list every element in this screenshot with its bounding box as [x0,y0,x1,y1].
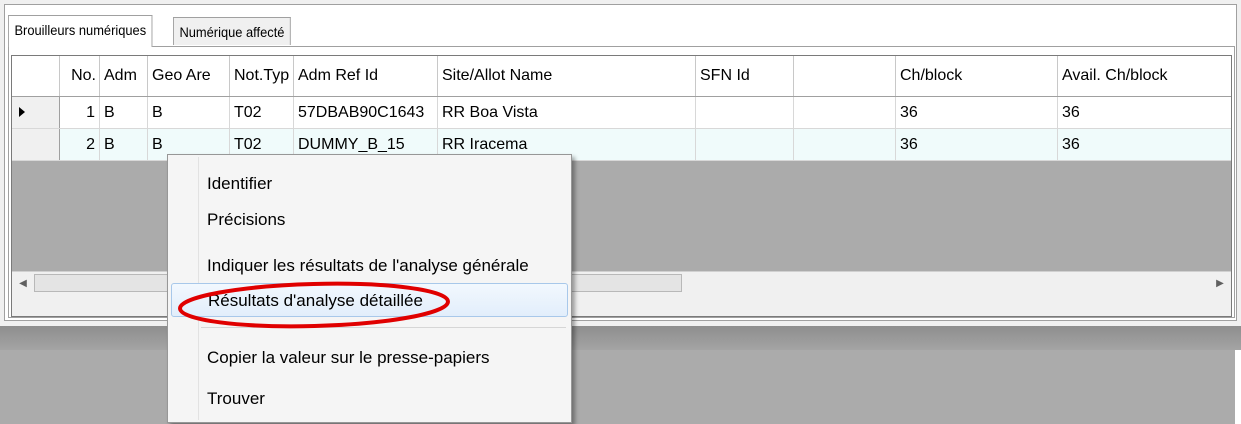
cell-no[interactable]: 1 [60,97,100,129]
tab-brouilleurs-numeriques[interactable]: Brouilleurs numériques [8,15,153,47]
cell-sfn-id[interactable] [696,129,794,161]
column-header-site-allot-name[interactable]: Site/Allot Name [438,56,696,96]
column-header-blank[interactable] [794,56,896,96]
cell-geo-area[interactable]: B [148,97,230,129]
table-row[interactable]: 1 B B T02 57DBAB90C1643 RR Boa Vista 36 … [12,97,1231,129]
menu-item-detailed-analysis-results[interactable]: Résultats d'analyse détaillée [171,283,568,317]
context-menu: Identifier Précisions Indiquer les résul… [167,154,572,423]
menu-item-general-analysis-results[interactable]: Indiquer les résultats de l'analyse géné… [171,249,568,283]
cell-adm[interactable]: B [100,129,148,161]
menu-item-precisions[interactable]: Précisions [171,203,568,237]
column-header-no[interactable]: No. [60,56,100,96]
cell-blank[interactable] [794,129,896,161]
column-header-geo-area[interactable]: Geo Are [148,56,230,96]
column-header-sfn-id[interactable]: SFN Id [696,56,794,96]
grid-header: No. Adm Geo Are Not.Typ Adm Ref Id Site/… [12,56,1231,97]
cell-site-allot-name[interactable]: RR Boa Vista [438,97,696,129]
scroll-left-icon[interactable]: ◀ [12,272,34,296]
cell-blank[interactable] [794,97,896,129]
column-header-adm-ref-id[interactable]: Adm Ref Id [294,56,438,96]
header-corner [12,56,60,96]
menu-item-copy-to-clipboard[interactable]: Copier la valeur sur le presse-papiers [171,341,568,375]
tab-numerique-affecte[interactable]: Numérique affecté [173,17,291,45]
column-header-avail-ch-block[interactable]: Avail. Ch/block [1058,56,1231,96]
column-header-notice-type[interactable]: Not.Typ [230,56,294,96]
menu-item-identifier[interactable]: Identifier [171,167,568,201]
column-header-adm[interactable]: Adm [100,56,148,96]
menu-item-find[interactable]: Trouver [171,382,568,416]
cell-sfn-id[interactable] [696,97,794,129]
cell-avail-ch-block[interactable]: 36 [1058,97,1231,129]
cell-avail-ch-block[interactable]: 36 [1058,129,1231,161]
row-header[interactable] [12,129,60,160]
row-header[interactable] [12,97,60,128]
column-header-ch-block[interactable]: Ch/block [896,56,1058,96]
current-row-icon [19,107,25,117]
scroll-right-icon[interactable]: ▶ [1209,272,1231,296]
cell-no[interactable]: 2 [60,129,100,161]
cell-adm-ref-id[interactable]: 57DBAB90C1643 [294,97,438,129]
cell-ch-block[interactable]: 36 [896,97,1058,129]
cell-adm[interactable]: B [100,97,148,129]
lower-right-edge [1235,350,1241,424]
cell-ch-block[interactable]: 36 [896,129,1058,161]
menu-separator [201,327,566,328]
cell-notice-type[interactable]: T02 [230,97,294,129]
